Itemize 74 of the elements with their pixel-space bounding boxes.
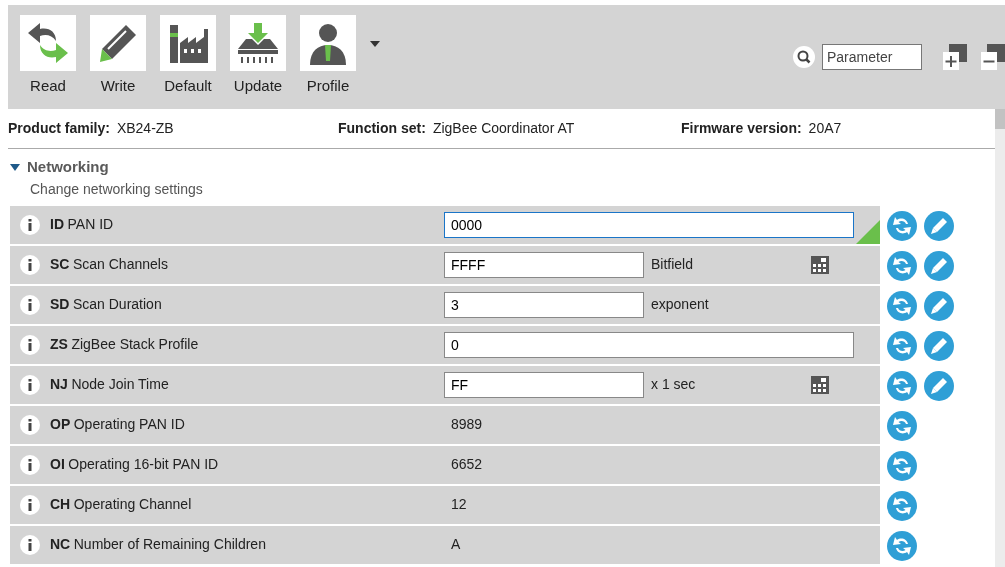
refresh-button[interactable] — [887, 210, 917, 241]
parameter-code: OP — [50, 415, 71, 434]
search-field[interactable]: Parameter — [822, 44, 922, 70]
parameter-value: 8989 — [450, 415, 483, 434]
refresh-button[interactable] — [887, 530, 917, 561]
parameter-value: A — [450, 535, 461, 554]
calculator-icon[interactable] — [811, 375, 829, 394]
expand-all-icon[interactable] — [943, 44, 967, 70]
chip-download-icon — [236, 21, 280, 65]
info-icon[interactable] — [20, 294, 40, 315]
info-label: Function set: — [338, 119, 426, 138]
value-field[interactable]: 0 — [444, 331, 854, 358]
value-field[interactable]: FF — [444, 371, 644, 398]
info-icon[interactable] — [20, 414, 40, 435]
arrows-icon — [26, 21, 70, 65]
refresh-button[interactable] — [887, 330, 917, 361]
search-icon — [793, 46, 815, 68]
write-button[interactable] — [924, 330, 954, 361]
info-label: Product family: — [8, 119, 110, 138]
parameter-name: Number of Remaining Children — [73, 535, 266, 554]
refresh-button[interactable] — [887, 250, 917, 281]
parameter-code: SD — [50, 295, 70, 314]
dropdown-caret-icon[interactable] — [370, 41, 380, 47]
parameter-name: Operating Channel — [73, 495, 192, 514]
parameter-value: 6652 — [450, 455, 483, 474]
collapse-all-icon[interactable] — [981, 44, 1005, 70]
calculator-icon[interactable] — [811, 255, 829, 274]
info-icon[interactable] — [20, 254, 40, 275]
unit-label: Bitfield — [651, 255, 695, 274]
parameter-name: Operating 16-bit PAN ID — [68, 455, 219, 474]
refresh-button[interactable] — [887, 450, 917, 481]
section-subtitle: Change networking settings — [29, 179, 204, 199]
expand-caret-icon[interactable] — [10, 163, 20, 171]
parameter-code: ZS — [50, 335, 68, 354]
write-button[interactable] — [924, 370, 954, 401]
value-field[interactable]: FFFF — [444, 251, 644, 278]
info-value: XB24-ZB — [116, 119, 174, 138]
parameter-name: Operating PAN ID — [73, 415, 185, 434]
parameter-code: NC — [50, 535, 71, 554]
refresh-button[interactable] — [887, 370, 917, 401]
section-title[interactable]: Networking — [27, 156, 109, 179]
parameter-code: NJ — [50, 375, 68, 394]
info-icon[interactable] — [20, 374, 40, 395]
parameter-name: Node Join Time — [71, 375, 169, 394]
refresh-button[interactable] — [887, 290, 917, 321]
info-icon[interactable] — [20, 214, 40, 235]
info-label: Firmware version: — [681, 119, 802, 138]
person-icon — [308, 21, 348, 65]
info-icon[interactable] — [20, 334, 40, 355]
parameter-name: ZigBee Stack Profile — [71, 335, 199, 354]
unit-label: x 1 sec — [651, 375, 697, 394]
parameter-code: SC — [50, 255, 70, 274]
write-button[interactable] — [924, 210, 954, 241]
write-button[interactable] — [924, 290, 954, 321]
scrollbar[interactable] — [995, 109, 1005, 567]
value-field[interactable]: 3 — [444, 291, 644, 318]
value-field[interactable]: 0000 — [444, 211, 854, 238]
parameter-name: Scan Duration — [72, 295, 162, 314]
info-value: 20A7 — [808, 119, 842, 138]
info-icon[interactable] — [20, 454, 40, 475]
parameter-name: Scan Channels — [72, 255, 168, 274]
parameter-code: CH — [50, 495, 71, 514]
refresh-button[interactable] — [887, 410, 917, 441]
info-icon[interactable] — [20, 534, 40, 555]
refresh-button[interactable] — [887, 490, 917, 521]
info-value: ZigBee Coordinator AT — [432, 119, 575, 138]
parameter-code: OI — [50, 455, 65, 474]
parameter-value: 12 — [450, 495, 467, 514]
info-icon[interactable] — [20, 494, 40, 515]
pencil-icon — [98, 23, 138, 63]
parameter-code: ID — [50, 215, 64, 234]
unit-label: exponent — [651, 295, 710, 314]
write-button[interactable] — [924, 250, 954, 281]
parameter-name: PAN ID — [67, 215, 114, 234]
